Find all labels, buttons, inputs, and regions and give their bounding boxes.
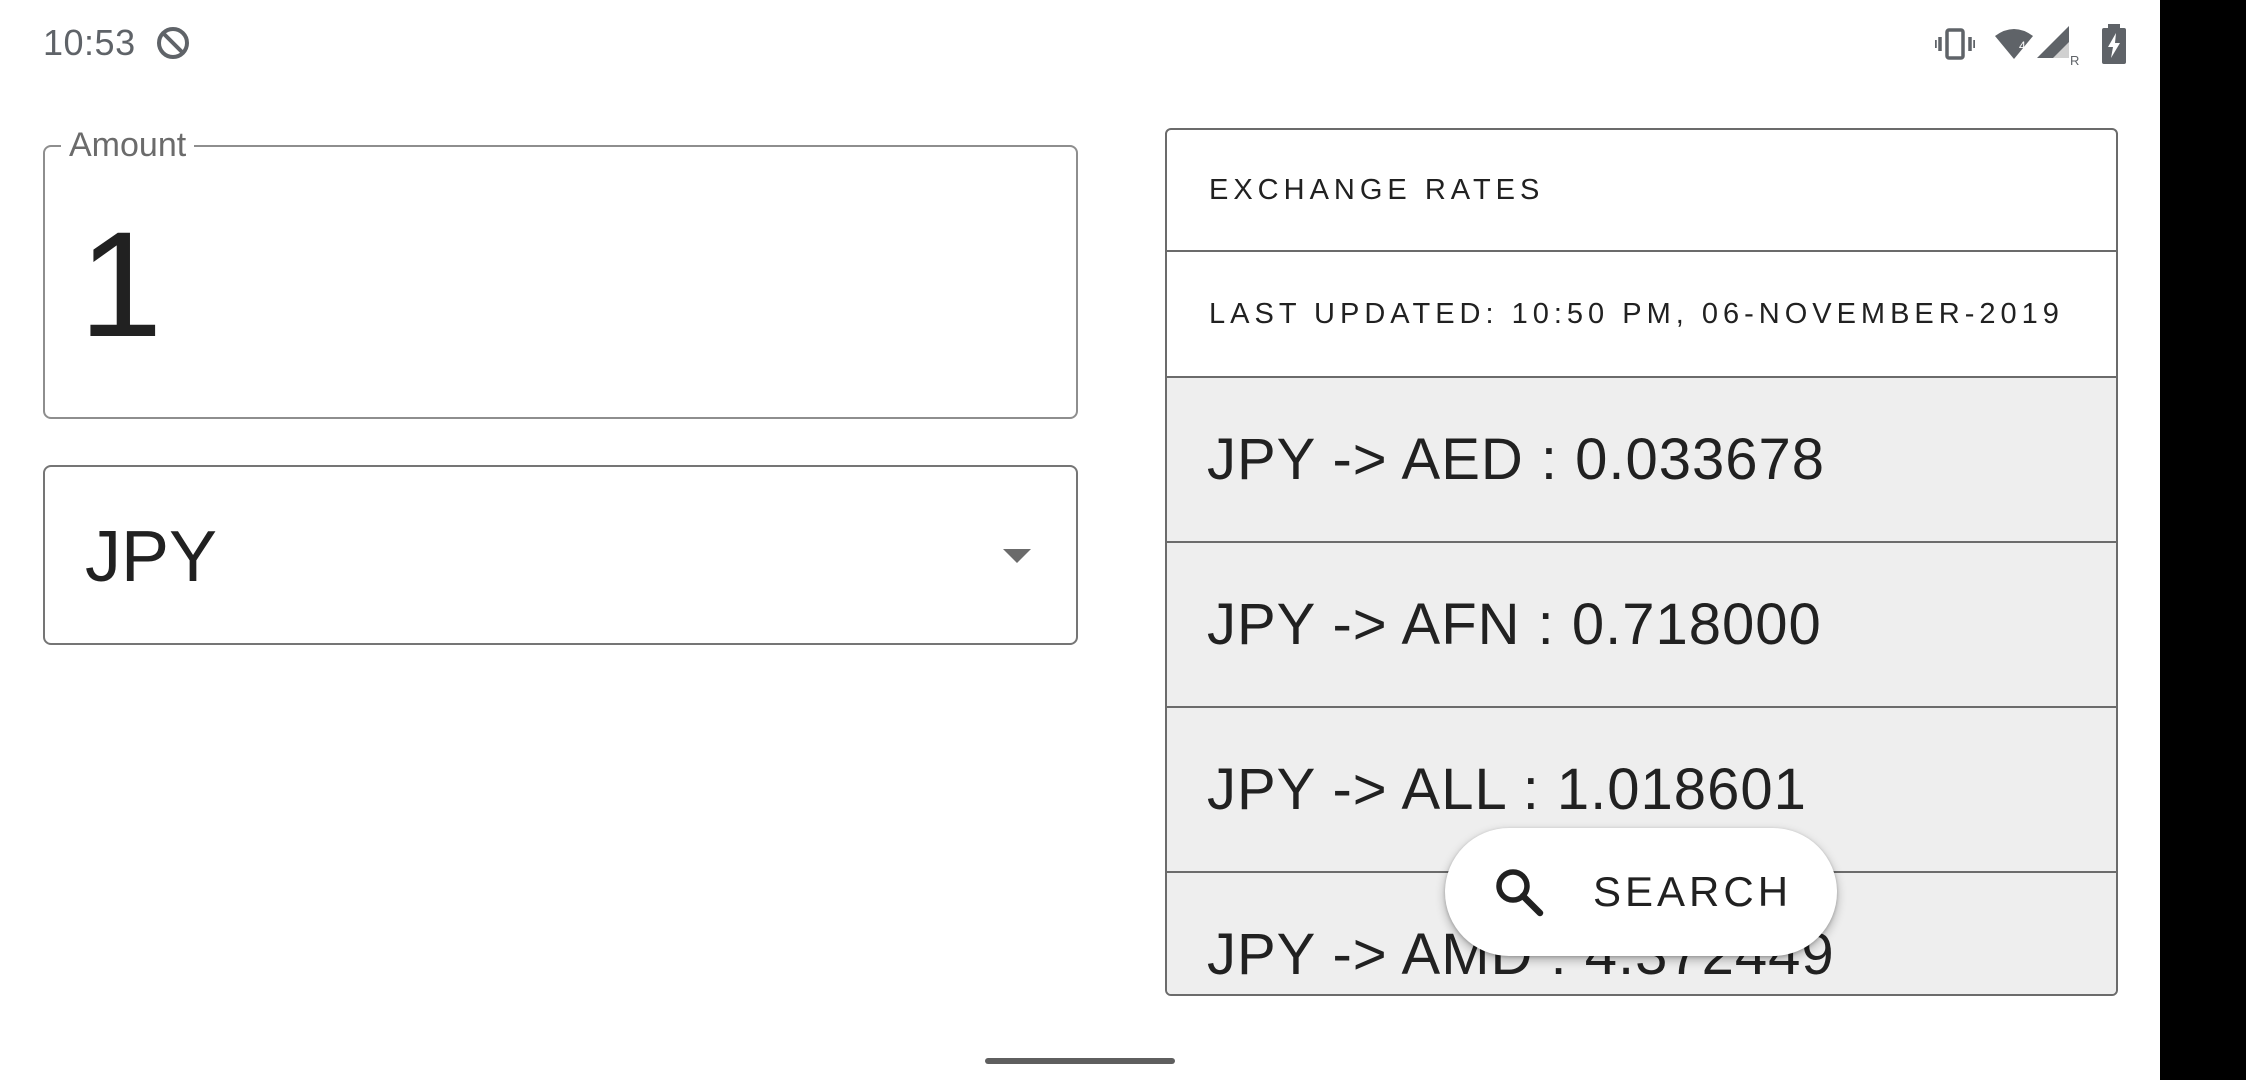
wifi-icon: 4 bbox=[1995, 29, 2033, 59]
search-icon bbox=[1496, 869, 1544, 917]
amount-field[interactable]: Amount 1 bbox=[43, 125, 1078, 419]
signal-icon: R bbox=[2037, 26, 2079, 66]
amount-label: Amount bbox=[61, 125, 195, 165]
vibrate-icon bbox=[1935, 28, 1975, 60]
data-saver-icon bbox=[157, 27, 189, 59]
screen-edge-bar bbox=[2160, 0, 2246, 1080]
app-screen: 10:53 4 R Amount 1 JPY EXCHANGE RATES LA… bbox=[0, 0, 2160, 1080]
rate-row-afn[interactable]: JPY -> AFN : 0.718000 bbox=[1167, 543, 2116, 708]
dropdown-arrow-icon bbox=[1003, 549, 1031, 563]
rate-row-aed[interactable]: JPY -> AED : 0.033678 bbox=[1167, 378, 2116, 543]
search-button[interactable]: SEARCH bbox=[1445, 828, 1837, 956]
amount-input-value[interactable]: 1 bbox=[79, 209, 162, 359]
wifi-badge: 4 bbox=[2019, 39, 2026, 53]
exchange-rates-header: EXCHANGE RATES bbox=[1167, 130, 2116, 252]
search-button-label: SEARCH bbox=[1593, 868, 1793, 915]
status-icons: 4 R bbox=[1935, 22, 2127, 66]
currency-select[interactable]: JPY bbox=[43, 465, 1078, 645]
battery-charging-icon bbox=[2102, 24, 2126, 64]
gesture-nav-handle[interactable] bbox=[985, 1058, 1175, 1064]
status-time: 10:53 bbox=[43, 22, 136, 63]
roaming-badge: R bbox=[2070, 53, 2079, 66]
last-updated-text: LAST UPDATED: 10:50 PM, 06-NOVEMBER-2019 bbox=[1167, 252, 2116, 378]
currency-selected-value: JPY bbox=[85, 517, 218, 597]
